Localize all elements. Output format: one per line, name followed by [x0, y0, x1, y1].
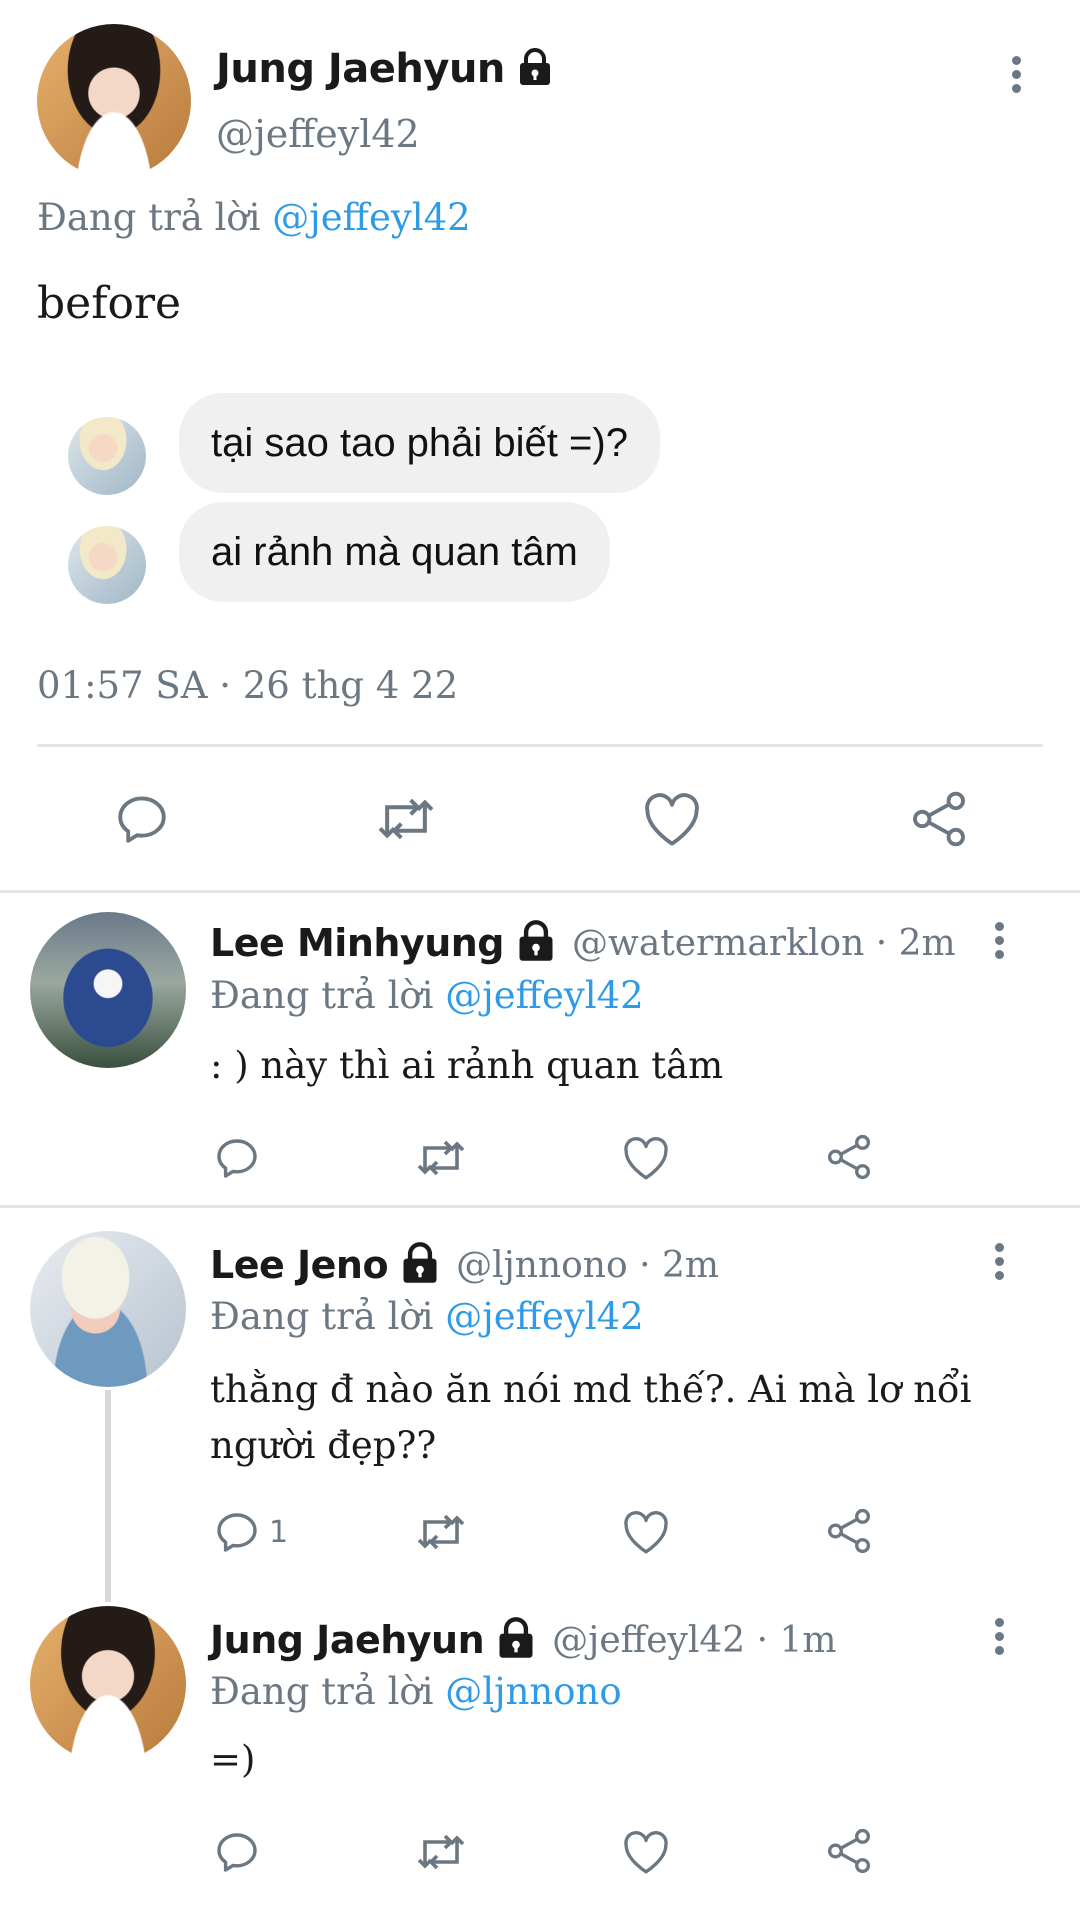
reply-count: 1: [269, 1514, 289, 1550]
author-handle[interactable]: @jeffeyl42: [216, 112, 420, 156]
replying-prefix: Đang trả lời: [210, 974, 434, 1017]
reply-icon[interactable]: [213, 1134, 261, 1182]
chat-avatar: [68, 526, 146, 604]
reply-author-name[interactable]: Lee Jeno: [210, 1243, 389, 1287]
replying-prefix: Đang trả lời: [210, 1295, 434, 1338]
more-options-icon[interactable]: [993, 1243, 1005, 1285]
replying-to-link[interactable]: @jeffeyl42: [445, 1295, 643, 1338]
like-icon[interactable]: [621, 1828, 671, 1876]
reply-avatar[interactable]: [30, 912, 186, 1068]
replying-to-line: Đang trả lời @jeffeyl42: [210, 974, 644, 1017]
replying-to-line: Đang trả lời @ljnnono: [210, 1670, 622, 1713]
section-divider: [0, 1205, 1080, 1208]
reply-text: =): [210, 1738, 256, 1781]
author-name[interactable]: Jung Jaehyun: [216, 46, 505, 92]
lock-icon: [517, 47, 553, 91]
retweet-icon[interactable]: [413, 1508, 469, 1556]
author-avatar[interactable]: [37, 24, 191, 178]
share-icon[interactable]: [824, 1826, 874, 1876]
reply-icon[interactable]: 1: [213, 1508, 288, 1556]
lock-icon: [514, 919, 558, 967]
reply-avatar[interactable]: [30, 1231, 186, 1387]
reply-author-name[interactable]: Lee Minhyung: [210, 921, 505, 965]
like-icon[interactable]: [621, 1134, 671, 1182]
replying-to-link[interactable]: @jeffeyl42: [445, 974, 643, 1017]
retweet-icon[interactable]: [413, 1828, 469, 1876]
reply-text-line: người đẹp??: [210, 1424, 437, 1467]
replying-to-line: Đang trả lời @jeffeyl42: [37, 196, 471, 239]
chat-bubble: ai rảnh mà quan tâm: [179, 502, 610, 602]
share-icon[interactable]: [824, 1132, 874, 1182]
tweet-timestamp: 01:57 SA · 26 thg 4 22: [37, 664, 459, 707]
reply-handle[interactable]: @ljnnono · 2m: [456, 1245, 719, 1286]
reply-header: Lee Jeno @ljnnono · 2m: [210, 1240, 719, 1290]
reply-handle[interactable]: @watermarklon · 2m: [572, 923, 956, 964]
divider: [37, 744, 1043, 747]
lock-icon: [398, 1241, 442, 1289]
retweet-icon[interactable]: [373, 790, 439, 848]
reply-header: Jung Jaehyun @jeffeyl42 · 1m: [210, 1615, 837, 1665]
author-name-row[interactable]: Jung Jaehyun: [216, 44, 553, 94]
chat-bubble: tại sao tao phải biết =)?: [179, 393, 660, 493]
more-options-icon[interactable]: [1010, 56, 1022, 98]
more-options-icon[interactable]: [993, 922, 1005, 964]
section-divider: [0, 890, 1080, 893]
reply-icon[interactable]: [213, 1828, 261, 1876]
more-options-icon[interactable]: [993, 1618, 1005, 1660]
reply-text-line: thằng đ nào ăn nói md thế?. Ai mà lơ nổi: [210, 1368, 972, 1411]
tweet-text: before: [37, 278, 182, 329]
share-icon[interactable]: [908, 788, 970, 850]
chat-avatar: [68, 417, 146, 495]
reply-handle[interactable]: @jeffeyl42 · 1m: [552, 1620, 836, 1661]
replying-to-link[interactable]: @jeffeyl42: [272, 196, 470, 239]
reply-author-name[interactable]: Jung Jaehyun: [210, 1618, 485, 1662]
reply-icon[interactable]: [113, 790, 171, 848]
replying-to-link[interactable]: @ljnnono: [445, 1670, 621, 1713]
like-icon[interactable]: [621, 1508, 671, 1556]
lock-icon: [494, 1616, 538, 1664]
retweet-icon[interactable]: [413, 1134, 469, 1182]
replying-prefix: Đang trả lời: [210, 1670, 434, 1713]
reply-avatar[interactable]: [30, 1606, 186, 1762]
replying-prefix: Đang trả lời: [37, 196, 261, 239]
share-icon[interactable]: [824, 1506, 874, 1556]
reply-header: Lee Minhyung @watermarklon · 2m: [210, 918, 956, 968]
reply-text: : ) này thì ai rảnh quan tâm: [210, 1044, 724, 1087]
reply-text: thằng đ nào ăn nói md thế?. Ai mà lơ nổi…: [210, 1362, 972, 1474]
like-icon[interactable]: [641, 790, 703, 848]
replying-to-line: Đang trả lời @jeffeyl42: [210, 1295, 644, 1338]
thread-line: [105, 1390, 111, 1602]
